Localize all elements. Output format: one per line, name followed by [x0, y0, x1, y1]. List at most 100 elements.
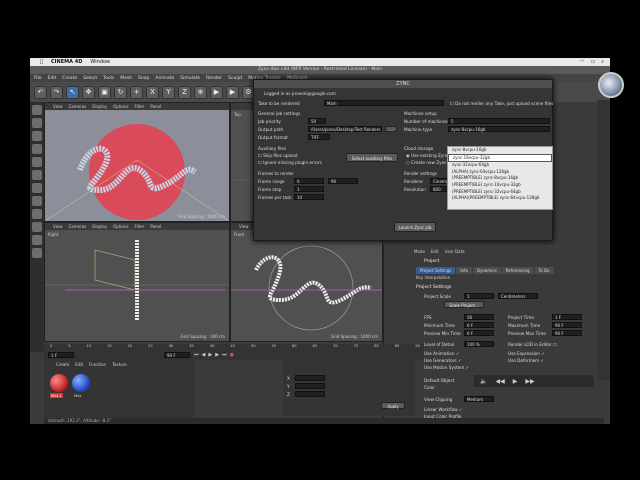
do-not-render-checkbox[interactable]: ☐ Do not render any Take, just upload sc… [450, 101, 553, 106]
user-data-menu[interactable]: User Data [445, 249, 465, 254]
coord-z-field[interactable] [295, 391, 325, 397]
y-axis-button[interactable]: Y [162, 85, 175, 99]
coord-system-icon[interactable]: ⊕ [194, 85, 207, 99]
ignore-missing-plugin-checkbox[interactable]: ☐ Ignore missing plugin errors [258, 160, 322, 165]
machine-option-highlighted[interactable]: zync-16vcpu-32gb [448, 153, 552, 163]
viewport-menu-item[interactable]: View [53, 104, 63, 109]
menu-item[interactable]: Tools [103, 76, 114, 81]
use-motion-system-checkbox[interactable]: Use Motion System ✓ [424, 365, 469, 370]
play-icon[interactable]: ▶ [513, 378, 518, 385]
material-swatch-blue[interactable] [72, 374, 90, 392]
frame-range-from[interactable]: 0 [294, 178, 324, 184]
use-expression-checkbox[interactable]: Use Expression ✓ [508, 351, 545, 356]
coord-y-field[interactable] [295, 383, 325, 389]
axis-mode-icon[interactable] [32, 196, 42, 206]
create-new-radio[interactable]: ○ Create new Zync [406, 160, 447, 165]
model-mode-icon[interactable] [32, 118, 42, 128]
rewind-icon[interactable]: ◀◀ [495, 378, 504, 385]
grid-icon[interactable] [32, 248, 42, 258]
linear-workflow-checkbox[interactable]: Linear Workflow ✓ [424, 407, 462, 412]
end-frame-field[interactable]: 90 F [164, 352, 190, 358]
edges-mode-icon[interactable] [32, 170, 42, 180]
viewport-menu-item[interactable]: Cameras [69, 224, 87, 229]
rotate-icon[interactable]: ↻ [114, 85, 127, 99]
num-machines-field[interactable]: 5 [448, 118, 550, 124]
launch-zync-job-button[interactable]: Launch Zync job [394, 222, 436, 232]
forward-icon[interactable]: ▶▶ [525, 378, 534, 385]
viewport-menu-item[interactable]: Display [92, 104, 107, 109]
viewport-menu-item[interactable]: View [53, 224, 63, 229]
create-menu[interactable]: Create [56, 362, 69, 367]
machine-option[interactable]: (ALPHA)(PREEMPTIBLE) zync-64vcpu-128gb [448, 195, 552, 202]
volume-icon[interactable]: 🔈 [480, 378, 487, 385]
take-select[interactable]: Main [324, 100, 444, 106]
texture-menu[interactable]: Texture [112, 362, 127, 367]
use-deformers-checkbox[interactable]: Use Deformers ✓ [508, 358, 544, 363]
frame-step-field[interactable]: 1 [294, 186, 324, 192]
render-picture-viewer-icon[interactable]: ▶ [226, 85, 239, 99]
menu-item[interactable]: Animate [155, 76, 174, 81]
menu-item[interactable]: Render [206, 76, 222, 81]
recent-tool-icon[interactable]: + [130, 85, 143, 99]
tab-project-settings[interactable]: Project Settings [416, 267, 456, 274]
window-menu[interactable]: Window [90, 59, 110, 65]
menu-item[interactable]: Simulate [180, 76, 200, 81]
search-icon[interactable]: ⌕ [601, 59, 604, 65]
machine-option[interactable]: (PREEMPTIBLE) zync-16vcpu-32gb [448, 182, 552, 189]
project-time-field[interactable]: 1 F [552, 314, 582, 320]
lock-icon[interactable] [32, 235, 42, 245]
viewport-menu-item[interactable]: Panel [150, 224, 161, 229]
edit-menu[interactable]: Edit [431, 249, 439, 254]
edit-menu[interactable]: Edit [75, 362, 83, 367]
menu-item[interactable]: Create [62, 76, 77, 81]
viewport-right[interactable]: View Cameras Display Options Filter Panel Rig… [44, 222, 230, 342]
use-animation-checkbox[interactable]: Use Animation ✓ [424, 351, 459, 356]
menu-item[interactable]: Select [83, 76, 97, 81]
machine-option[interactable]: zync-32vcpu-64gb [448, 162, 552, 169]
fps-field[interactable]: 30 [464, 314, 494, 320]
redo-icon[interactable]: ↷ [50, 85, 63, 99]
move-icon[interactable]: ✥ [82, 85, 95, 99]
frame-range-to[interactable]: 90 [328, 178, 358, 184]
tab-to-do[interactable]: To Do [534, 267, 554, 274]
viewport-menu-item[interactable]: View [239, 224, 249, 229]
tab-info[interactable]: Info [456, 267, 472, 274]
viewport-menu-item[interactable]: Filter [134, 104, 144, 109]
use-generators-checkbox[interactable]: Use Generators ✓ [424, 358, 461, 363]
machine-option[interactable]: (PREEMPTIBLE) zync-8vcpu-16gb [448, 175, 552, 182]
select-aux-files-button[interactable]: Select auxiliary files [346, 153, 398, 162]
polygons-mode-icon[interactable] [32, 183, 42, 193]
job-priority-field[interactable]: 50 [308, 118, 326, 124]
machine-option[interactable]: zync-8vcpu-16gb [448, 147, 552, 154]
timeline[interactable]: 0 5 10 15 20 25 30 35 40 45 50 55 60 65 70 75 80 85 90 1 F… [44, 344, 424, 360]
timeline-ruler[interactable]: 0 5 10 15 20 25 30 35 40 45 50 55 60 65 70 75 80 85 90 [50, 344, 420, 351]
menu-item[interactable]: File [34, 76, 42, 81]
viewport-menu-item[interactable]: Options [113, 104, 128, 109]
material-name[interactable]: Mat [74, 393, 81, 398]
material-name[interactable]: Mat.1 [50, 393, 63, 398]
project-scale-unit[interactable]: Centimeters [498, 293, 538, 299]
app-name-menu[interactable]: CINEMA 4D [51, 59, 82, 65]
logout-link[interactable]: Logged in as proeski@google.com [264, 91, 336, 96]
tab-dynamics[interactable]: Dynamics [472, 267, 501, 274]
viewport-menu-item[interactable]: Filter [134, 224, 144, 229]
lod-field[interactable]: 100 % [464, 341, 494, 347]
menu-item[interactable]: Snap [138, 76, 149, 81]
prev-key-icon[interactable]: ◀ [202, 352, 206, 358]
workplane-icon[interactable] [32, 144, 42, 154]
function-menu[interactable]: Function [89, 362, 106, 367]
viewport-menu-item[interactable]: Cameras [69, 104, 87, 109]
machine-type-select[interactable]: zync-8vcpu-16gb [448, 126, 550, 132]
output-format-select[interactable]: TIFF [308, 134, 330, 140]
min-time-field[interactable]: 0 F [464, 322, 494, 328]
mode-menu[interactable]: Mode [414, 249, 425, 254]
next-key-icon[interactable]: ▶ [215, 352, 219, 358]
project-scale-field[interactable]: 1 [464, 293, 494, 299]
frames-per-task-field[interactable]: 10 [294, 194, 324, 200]
current-frame-field[interactable]: 1 F [48, 352, 74, 358]
goto-start-icon[interactable]: ⏮ [194, 352, 199, 358]
make-editable-icon[interactable] [32, 105, 42, 115]
coord-x-field[interactable] [295, 375, 325, 381]
scale-icon[interactable]: ▣ [98, 85, 111, 99]
wifi-icon[interactable]: ◠ [580, 59, 584, 65]
